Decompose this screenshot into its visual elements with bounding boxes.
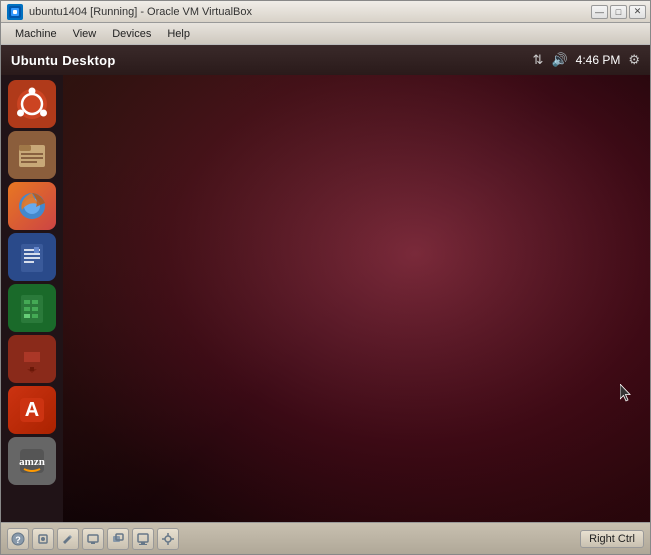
arrows-icon[interactable]: ⇅ [533,52,544,68]
launcher-item-writer[interactable] [8,233,56,281]
taskbar-btn-network[interactable] [32,528,54,550]
title-bar: ubuntu1404 [Running] - Oracle VM Virtual… [1,1,650,23]
launcher-item-amazon[interactable]: amzn [8,437,56,485]
title-bar-left: ubuntu1404 [Running] - Oracle VM Virtual… [7,4,252,20]
taskbar-btn-screen[interactable] [132,528,154,550]
topbar-right: ⇅ 🔊 4:46 PM ⚙ [533,52,640,68]
svg-text:amzn: amzn [19,456,45,468]
launcher-sidebar: A amzn [1,75,63,522]
app-icon [7,4,23,20]
taskbar-btn-edit[interactable] [57,528,79,550]
window-title: ubuntu1404 [Running] - Oracle VM Virtual… [29,6,252,18]
mouse-cursor [620,384,632,402]
launcher-item-ubuntu[interactable] [8,80,56,128]
launcher-item-impress[interactable] [8,335,56,383]
svg-text:?: ? [15,535,21,545]
launcher-item-calc[interactable] [8,284,56,332]
taskbar-btn-window[interactable] [107,528,129,550]
desktop-area: A amzn [1,75,650,522]
taskbar: ? Right Ctrl [1,522,650,554]
taskbar-btn-display[interactable] [82,528,104,550]
menu-devices[interactable]: Devices [104,26,159,42]
settings-icon[interactable]: ⚙ [628,52,640,68]
launcher-item-appstore[interactable]: A [8,386,56,434]
taskbar-btn-settings2[interactable] [157,528,179,550]
window-controls: — □ ✕ [591,5,646,19]
right-ctrl-button[interactable]: Right Ctrl [580,530,644,548]
taskbar-right: Right Ctrl [580,530,644,548]
taskbar-left: ? [7,528,179,550]
volume-icon[interactable]: 🔊 [551,52,567,68]
launcher-item-files[interactable] [8,131,56,179]
ubuntu-topbar: Ubuntu Desktop ⇅ 🔊 4:46 PM ⚙ [1,45,650,75]
maximize-button[interactable]: □ [610,5,627,19]
launcher-item-firefox[interactable] [8,182,56,230]
menu-machine[interactable]: Machine [7,26,65,42]
ubuntu-desktop-title: Ubuntu Desktop [11,53,116,68]
clock[interactable]: 4:46 PM [576,53,621,67]
svg-text:A: A [25,399,39,421]
menu-view[interactable]: View [65,26,105,42]
desktop-background[interactable] [63,75,650,522]
virtualbox-window: ubuntu1404 [Running] - Oracle VM Virtual… [0,0,651,555]
menu-bar: Machine View Devices Help [1,23,650,45]
taskbar-btn-help[interactable]: ? [7,528,29,550]
close-button[interactable]: ✕ [629,5,646,19]
menu-help[interactable]: Help [159,26,198,42]
minimize-button[interactable]: — [591,5,608,19]
